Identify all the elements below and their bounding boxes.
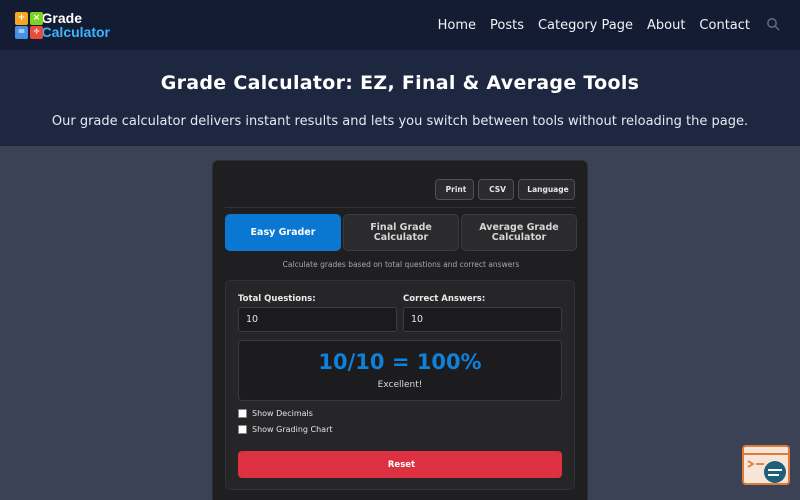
total-questions-input[interactable]: 10 xyxy=(238,307,397,332)
show-grading-chart-label: Show Grading Chart xyxy=(252,425,333,434)
nav-category-page[interactable]: Category Page xyxy=(538,18,633,33)
main-nav: Home Posts Category Page About Contact xyxy=(438,0,750,50)
show-decimals-checkbox[interactable] xyxy=(238,409,247,418)
show-decimals-label: Show Decimals xyxy=(252,409,313,418)
logo-text-line1: Grade xyxy=(41,10,82,26)
show-decimals-option[interactable]: Show Decimals xyxy=(238,409,313,418)
csv-label: CSV xyxy=(489,185,506,194)
show-grading-chart-checkbox[interactable] xyxy=(238,425,247,434)
page-title: Grade Calculator: EZ, Final & Average To… xyxy=(160,72,640,94)
result-message: Excellent! xyxy=(377,380,423,390)
nav-contact[interactable]: Contact xyxy=(699,18,750,33)
calculator-card: Print CSV Language Easy Grader Final Gra… xyxy=(212,160,588,500)
hero-section: Grade Calculator: EZ, Final & Average To… xyxy=(0,50,800,146)
reset-button[interactable]: Reset xyxy=(238,451,562,478)
print-button[interactable]: Print xyxy=(435,179,474,200)
csv-button[interactable]: CSV xyxy=(478,179,514,200)
tool-subtitle: Calculate grades based on total question… xyxy=(282,260,520,269)
tab-easy-grader[interactable]: Easy Grader xyxy=(225,214,341,251)
result-box: 10/10 = 100% Excellent! xyxy=(238,340,562,401)
toolbar-divider xyxy=(225,207,575,208)
language-label: Language xyxy=(527,185,569,194)
nav-home[interactable]: Home xyxy=(438,18,476,33)
site-logo[interactable]: + × = ÷ Grade Calculator xyxy=(14,8,110,42)
logo-tiles-icon: + × = ÷ xyxy=(14,10,43,40)
tab-average-grade-calculator[interactable]: Average Grade Calculator xyxy=(461,214,577,251)
top-navbar: + × = ÷ Grade Calculator Home Posts Cate… xyxy=(0,0,800,50)
search-icon[interactable] xyxy=(766,17,780,31)
page-description: Our grade calculator delivers instant re… xyxy=(51,114,749,129)
total-questions-label: Total Questions: xyxy=(238,294,316,304)
correct-answers-label: Correct Answers: xyxy=(403,294,486,304)
show-grading-chart-option[interactable]: Show Grading Chart xyxy=(238,425,333,434)
code-window-icon[interactable] xyxy=(742,445,790,485)
easy-grader-panel: Total Questions: 10 Correct Answers: 10 … xyxy=(225,280,575,490)
nav-about[interactable]: About xyxy=(647,18,685,33)
tab-final-grade-calculator[interactable]: Final Grade Calculator xyxy=(343,214,459,251)
correct-answers-input[interactable]: 10 xyxy=(403,307,562,332)
print-label: Print xyxy=(445,185,467,194)
logo-text-line2: Calculator xyxy=(41,24,110,40)
language-button[interactable]: Language xyxy=(518,179,575,200)
nav-posts[interactable]: Posts xyxy=(490,18,524,33)
result-value: 10/10 = 100% xyxy=(318,350,482,374)
reset-label: Reset xyxy=(387,459,416,470)
